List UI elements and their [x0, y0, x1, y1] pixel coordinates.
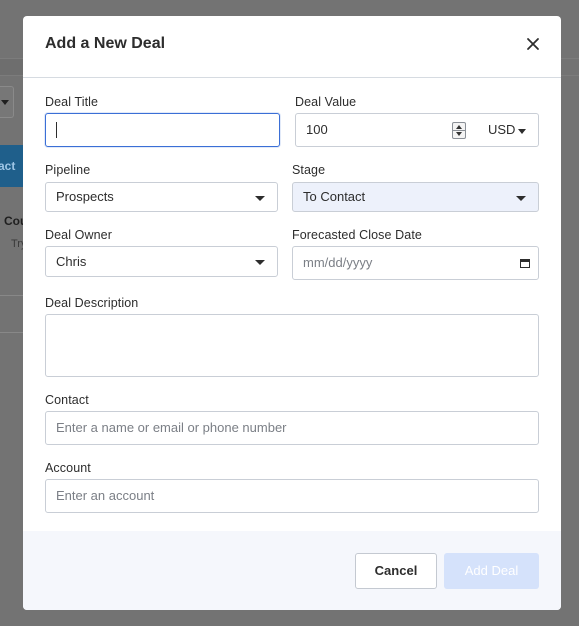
deal-title-input[interactable]: [45, 113, 280, 147]
close-date-label: Forecasted Close Date: [292, 228, 422, 242]
calendar-icon[interactable]: [520, 258, 530, 268]
stepper-divider: [453, 130, 465, 131]
deal-owner-select[interactable]: Chris: [45, 246, 278, 277]
background-contact-button: tact: [0, 145, 24, 187]
close-date-input[interactable]: mm/dd/yyyy: [292, 246, 539, 280]
account-label: Account: [45, 461, 91, 475]
pipeline-select[interactable]: Prospects: [45, 182, 278, 212]
deal-owner-value: Chris: [56, 254, 87, 269]
background-dropdown: [0, 86, 14, 118]
chevron-down-icon: [255, 260, 265, 265]
deal-value-text: 100: [306, 122, 328, 137]
pipeline-label: Pipeline: [45, 163, 91, 177]
close-button[interactable]: [523, 34, 543, 54]
deal-description-textarea[interactable]: [45, 314, 539, 377]
stepper-up-icon[interactable]: [456, 125, 462, 129]
stage-select[interactable]: To Contact: [292, 182, 539, 212]
currency-value: USD: [488, 122, 516, 137]
number-stepper[interactable]: [452, 122, 466, 139]
deal-title-label: Deal Title: [45, 95, 99, 109]
add-deal-modal: Add a New Deal Deal Title Deal Value 100…: [23, 16, 561, 610]
deal-description-label: Deal Description: [45, 296, 139, 310]
stage-value: To Contact: [303, 189, 366, 204]
stage-label: Stage: [292, 163, 326, 177]
currency-select[interactable]: USD: [476, 113, 539, 147]
contact-placeholder: Enter a name or email or phone number: [56, 420, 287, 435]
deal-value-label: Deal Value: [295, 95, 357, 109]
close-date-placeholder: mm/dd/yyyy: [303, 255, 373, 270]
text-cursor: [56, 122, 57, 138]
background-divider: [0, 295, 24, 296]
pipeline-value: Prospects: [56, 189, 114, 204]
account-placeholder: Enter an account: [56, 488, 155, 503]
account-input[interactable]: Enter an account: [45, 479, 539, 513]
contact-label: Contact: [45, 393, 89, 407]
modal-title: Add a New Deal: [45, 35, 166, 52]
modal-header: Add a New Deal: [23, 16, 561, 78]
contact-input[interactable]: Enter a name or email or phone number: [45, 411, 539, 445]
background-divider: [0, 332, 24, 333]
chevron-down-icon: [255, 196, 265, 201]
chevron-down-icon: [1, 100, 9, 105]
chevron-down-icon: [518, 129, 526, 134]
close-icon: [527, 38, 539, 50]
deal-value-input[interactable]: 100: [295, 113, 477, 147]
chevron-down-icon: [516, 196, 526, 201]
add-deal-button[interactable]: Add Deal: [444, 553, 539, 589]
deal-owner-label: Deal Owner: [45, 228, 112, 242]
cancel-button[interactable]: Cancel: [355, 553, 437, 589]
background-toolbar-strip: [0, 58, 24, 76]
background-heading: Cou: [4, 214, 24, 228]
stepper-down-icon[interactable]: [456, 132, 462, 136]
background-toolbar-strip-right: [561, 58, 579, 76]
